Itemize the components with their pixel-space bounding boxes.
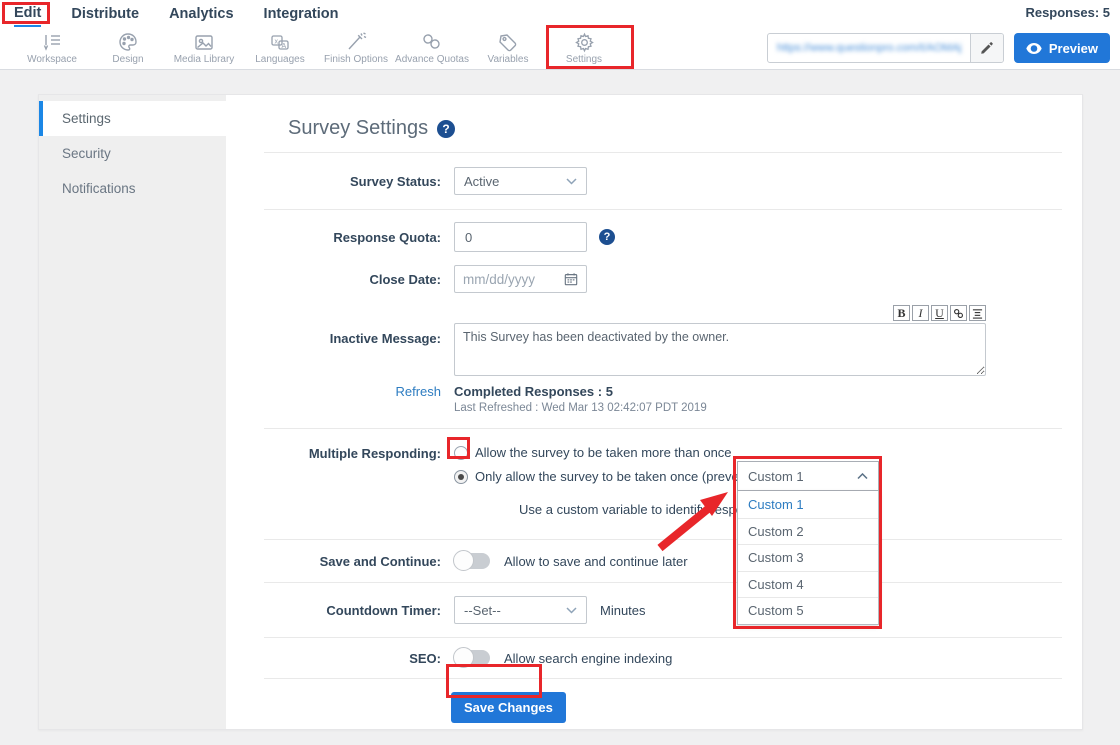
link-icon	[953, 308, 964, 319]
sidebar-item-security[interactable]: Security	[39, 136, 226, 171]
workspace-icon	[41, 31, 63, 53]
dropdown-option-custom-5[interactable]: Custom 5	[738, 597, 878, 624]
countdown-timer-label: Countdown Timer:	[264, 603, 454, 618]
chevron-down-icon	[566, 607, 577, 614]
design-palette-icon	[118, 31, 138, 53]
align-icon	[972, 308, 983, 319]
save-changes-button[interactable]: Save Changes	[451, 692, 566, 723]
radio-more-than-once-label: Allow the survey to be taken more than o…	[475, 445, 732, 460]
edit-toolbar: Workspace Design Media Library x A	[0, 27, 1120, 70]
format-toolbar: B I U	[454, 305, 986, 321]
nav-tab-integration[interactable]: Integration	[264, 2, 339, 26]
survey-url-box: https://www.questionpro.com/t/AOMAj	[767, 33, 1004, 63]
toolbar-item-workspace[interactable]: Workspace	[14, 27, 90, 69]
quota-help-icon[interactable]: ?	[599, 229, 615, 245]
response-quota-input[interactable]	[454, 222, 587, 252]
close-date-label: Close Date:	[264, 272, 454, 287]
dropdown-option-custom-1[interactable]: Custom 1	[738, 491, 878, 518]
edit-url-button[interactable]	[970, 34, 1003, 62]
completed-responses-text: Completed Responses : 5	[454, 384, 613, 399]
settings-sidebar: Settings Security Notifications	[39, 95, 226, 729]
nav-tab-edit[interactable]: Edit	[14, 1, 41, 27]
settings-card: Settings Security Notifications Survey S…	[38, 94, 1083, 730]
toolbar-item-label: Advance Quotas	[395, 54, 469, 65]
seo-text: Allow search engine indexing	[504, 651, 672, 666]
toolbar-item-label: Finish Options	[324, 54, 388, 65]
nav-tab-distribute[interactable]: Distribute	[71, 2, 139, 26]
gear-icon	[574, 31, 595, 53]
svg-text:A: A	[282, 42, 287, 49]
calendar-icon	[564, 272, 578, 286]
survey-url-input[interactable]: https://www.questionpro.com/t/AOMAj	[768, 34, 970, 62]
nav-tab-analytics[interactable]: Analytics	[169, 2, 233, 26]
custom-variable-label: Use a custom variable to identify respon…	[519, 502, 770, 517]
svg-text:x: x	[275, 38, 279, 45]
help-icon[interactable]: ?	[437, 120, 455, 138]
link-button[interactable]	[950, 305, 967, 321]
countdown-timer-select[interactable]: --Set--	[454, 596, 587, 624]
toolbar-item-label: Languages	[255, 54, 305, 65]
languages-icon: x A	[269, 31, 291, 53]
seo-label: SEO:	[264, 651, 454, 666]
toolbar-item-label: Media Library	[174, 54, 235, 65]
page-title: Survey Settings	[288, 117, 428, 140]
toolbar-item-design[interactable]: Design	[90, 27, 166, 69]
italic-button[interactable]: I	[912, 305, 929, 321]
toolbar-item-label: Workspace	[27, 54, 77, 65]
toolbar-item-advance-quotas[interactable]: Advance Quotas	[394, 27, 470, 69]
radio-only-once[interactable]	[454, 470, 468, 484]
top-nav: Edit Distribute Analytics Integration Re…	[0, 0, 1120, 27]
sidebar-item-settings[interactable]: Settings	[39, 101, 226, 136]
survey-status-label: Survey Status:	[264, 174, 454, 189]
sidebar-item-notifications[interactable]: Notifications	[39, 171, 226, 206]
magic-wand-icon	[345, 31, 367, 53]
toolbar-item-media-library[interactable]: Media Library	[166, 27, 242, 69]
align-button[interactable]	[969, 305, 986, 321]
chevron-up-icon	[857, 473, 868, 480]
toolbar-item-label: Variables	[488, 54, 529, 65]
dropdown-option-custom-4[interactable]: Custom 4	[738, 571, 878, 598]
countdown-minutes-text: Minutes	[600, 603, 646, 618]
toolbar-item-label: Design	[112, 54, 143, 65]
close-date-field[interactable]	[454, 265, 587, 293]
custom-variable-dropdown: Custom 1 Custom 1 Custom 2 Custom 3 Cust…	[737, 461, 879, 625]
chain-links-icon	[421, 31, 443, 53]
toolbar-item-finish-options[interactable]: Finish Options	[318, 27, 394, 69]
eye-icon	[1026, 43, 1042, 54]
dropdown-option-custom-3[interactable]: Custom 3	[738, 544, 878, 571]
toolbar-item-languages[interactable]: x A Languages	[242, 27, 318, 69]
save-continue-toggle[interactable]	[454, 553, 490, 569]
response-quota-label: Response Quota:	[264, 230, 454, 245]
chevron-down-icon	[566, 178, 577, 185]
responses-badge: Responses: 5	[1025, 5, 1110, 20]
custom-variable-dropdown-button[interactable]: Custom 1	[737, 461, 879, 491]
toolbar-item-label: Settings	[566, 54, 602, 65]
toolbar-item-settings[interactable]: Settings	[546, 27, 622, 69]
seo-toggle[interactable]	[454, 650, 490, 666]
settings-main: Survey Settings ? Survey Status: Active …	[226, 95, 1082, 729]
underline-button[interactable]: U	[931, 305, 948, 321]
save-continue-label: Save and Continue:	[264, 554, 454, 569]
multiple-responding-label: Multiple Responding:	[264, 445, 454, 461]
tag-icon	[497, 31, 519, 53]
media-library-icon	[193, 31, 215, 53]
preview-button[interactable]: Preview	[1014, 33, 1110, 63]
save-continue-text: Allow to save and continue later	[504, 554, 688, 569]
dropdown-option-custom-2[interactable]: Custom 2	[738, 518, 878, 545]
toolbar-item-variables[interactable]: Variables	[470, 27, 546, 69]
close-date-input[interactable]	[463, 272, 564, 287]
inactive-message-label: Inactive Message:	[264, 305, 454, 346]
refresh-link[interactable]: Refresh	[395, 384, 441, 399]
last-refreshed-text: Last Refreshed : Wed Mar 13 02:42:07 PDT…	[454, 402, 707, 414]
inactive-message-textarea[interactable]: This Survey has been deactivated by the …	[454, 323, 986, 376]
bold-button[interactable]: B	[893, 305, 910, 321]
radio-more-than-once[interactable]	[454, 446, 468, 460]
dropdown-options-panel: Custom 1 Custom 2 Custom 3 Custom 4 Cust…	[737, 491, 879, 625]
survey-status-select[interactable]: Active	[454, 167, 587, 195]
pencil-icon	[980, 42, 993, 55]
